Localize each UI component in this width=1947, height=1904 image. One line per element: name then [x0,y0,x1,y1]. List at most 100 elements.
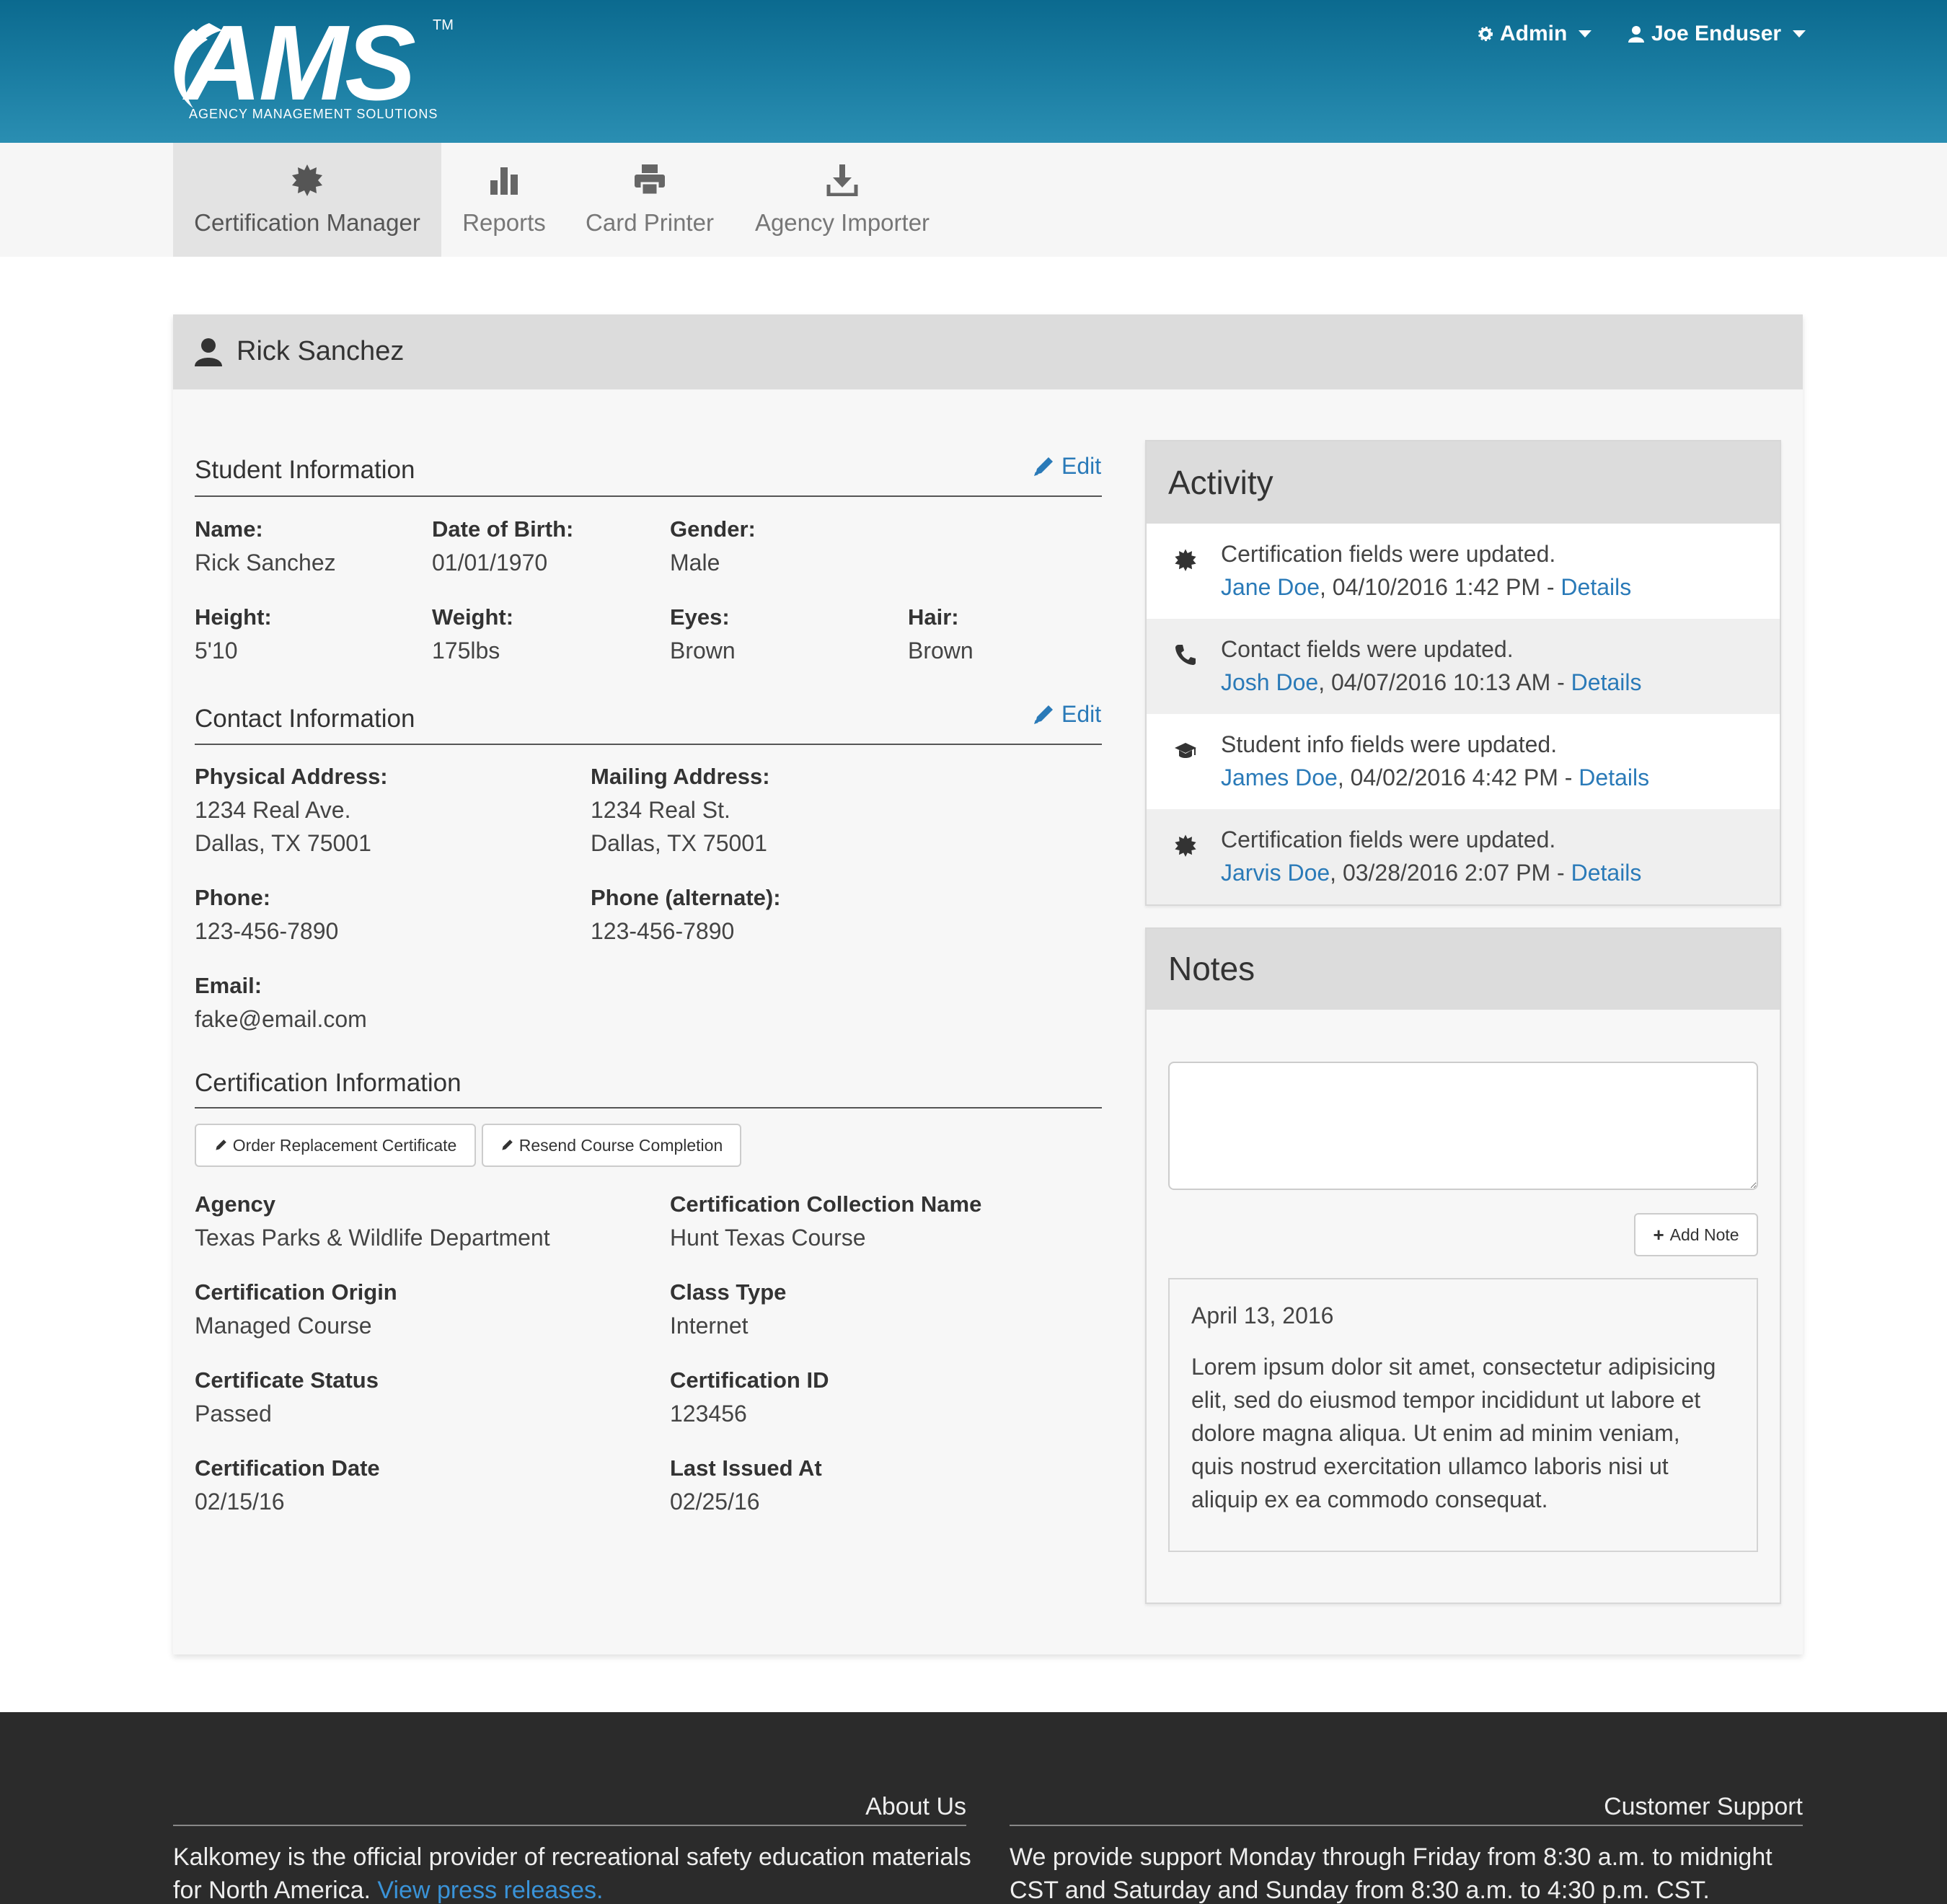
physical-address-line2: Dallas, TX 75001 [195,830,371,856]
status-label: Certificate Status [195,1367,379,1393]
person-icon [195,338,222,366]
press-releases-link[interactable]: View press releases. [377,1877,603,1904]
bar-chart-icon [490,167,518,195]
dob-value: 01/01/1970 [432,550,548,576]
user-menu-label: Joe Enduser [1651,22,1782,45]
button-label: Resend Course Completion [518,1135,723,1155]
divider [195,1107,1102,1109]
about-line-2: for North America. View press releases. [173,1874,1010,1904]
user-menu[interactable]: Joe Enduser [1628,22,1806,46]
hair-value: Brown [908,638,974,664]
nav-agency-importer[interactable]: Agency Importer [743,143,942,257]
nav-label: Certification Manager [194,209,420,236]
note-line: Lorem ipsum dolor sit amet, consectetur … [1191,1354,1716,1380]
order-replacement-button[interactable]: Order Replacement Certificate [195,1124,476,1167]
notes-title: Notes [1168,950,1255,987]
activity-time: , 04/02/2016 4:42 PM - [1337,764,1579,790]
add-note-button[interactable]: + Add Note [1634,1213,1758,1256]
activity-time: , 03/28/2016 2:07 PM - [1330,860,1571,886]
activity-user-link[interactable]: Jane Doe [1221,574,1320,600]
activity-details-link[interactable]: Details [1579,764,1649,790]
student-info-title: Student Information [195,456,415,484]
activity-meta: Jarvis Doe, 03/28/2016 2:07 PM - Details [1221,856,1641,889]
activity-user-link[interactable]: Jarvis Doe [1221,860,1330,886]
activity-title: Activity [1168,464,1273,501]
nav-label: Agency Importer [754,209,930,236]
origin-label: Certification Origin [195,1279,397,1305]
class-type-label: Class Type [670,1279,787,1305]
phone-label: Phone: [195,885,271,910]
note-body: Lorem ipsum dolor sit amet, consectetur … [1191,1350,1716,1516]
height-value: 5'10 [195,638,238,664]
note-line: dolore magna aliqua. Ut enim ad minim ve… [1191,1420,1680,1446]
status-value: Passed [195,1401,272,1427]
pencil-icon [216,1140,226,1150]
caret-down-icon [1793,30,1806,38]
note-date: April 13, 2016 [1191,1303,1334,1328]
activity-details-link[interactable]: Details [1571,860,1642,886]
customer-support-title: Customer Support [1604,1793,1803,1820]
origin-value: Managed Course [195,1313,372,1339]
caret-down-icon [1579,30,1592,38]
resend-completion-button[interactable]: Resend Course Completion [482,1124,741,1167]
activity-details-link[interactable]: Details [1560,574,1631,600]
plus-icon: + [1653,1223,1664,1246]
nav-certification-manager[interactable]: Certification Manager [173,143,441,257]
phone-alt-value: 123-456-7890 [591,918,735,944]
activity-user-link[interactable]: James Doe [1221,764,1338,790]
logo[interactable]: AMS [185,6,416,121]
mailing-address-line2: Dallas, TX 75001 [591,830,767,856]
activity-meta: Josh Doe, 04/07/2016 10:13 AM - Details [1221,666,1641,699]
support-line: CST and Saturday and Sunday from 8:30 a.… [1010,1877,1710,1904]
cert-id-label: Certification ID [670,1367,829,1393]
pencil-icon [1034,705,1053,724]
last-issued-value: 02/25/16 [670,1489,760,1515]
cert-id-value: 123456 [670,1401,747,1427]
gender-value: Male [670,550,720,576]
name-label: Name: [195,516,263,542]
admin-menu[interactable]: Admin [1478,22,1592,46]
edit-student-info-link[interactable]: Edit [1033,453,1101,480]
activity-meta: Jane Doe, 04/10/2016 1:42 PM - Details [1221,570,1631,604]
gender-label: Gender: [670,516,756,542]
note-line: quis nostrud exercitation ullamco labori… [1191,1453,1669,1479]
cert-info-title: Certification Information [195,1069,462,1097]
phone-value: 123-456-7890 [195,918,339,944]
logo-subtitle: AGENCY MANAGEMENT SOLUTIONS [189,107,438,121]
email-label: Email: [195,973,262,998]
physical-address-label: Physical Address: [195,764,388,789]
student-name-title: Rick Sanchez [237,336,405,366]
button-label: Order Replacement Certificate [232,1135,457,1155]
eyes-label: Eyes: [670,604,730,630]
last-issued-label: Last Issued At [670,1455,822,1481]
about-us-title: About Us [865,1793,966,1820]
height-label: Height: [195,604,272,630]
nav-reports[interactable]: Reports [441,143,567,257]
user-icon [1628,26,1644,43]
note-line: elit, sed do eiusmod tempor incididunt u… [1191,1387,1701,1413]
activity-time: , 04/10/2016 1:42 PM - [1319,574,1561,600]
email-value: fake@email.com [195,1006,367,1032]
nav-card-printer[interactable]: Card Printer [570,143,730,257]
mailing-address-label: Mailing Address: [591,764,770,789]
edit-label: Edit [1061,701,1102,727]
dob-label: Date of Birth: [432,516,574,542]
edit-contact-info-link[interactable]: Edit [1033,701,1101,728]
divider [195,744,1102,745]
panel-header [173,314,1803,389]
physical-address-line1: 1234 Real Ave. [195,797,351,823]
cert-date-value: 02/15/16 [195,1489,285,1515]
admin-menu-label: Admin [1500,22,1568,45]
footer-divider [173,1825,966,1826]
class-type-value: Internet [670,1313,749,1339]
note-textarea[interactable] [1168,1062,1758,1190]
activity-details-link[interactable]: Details [1571,669,1642,695]
pencil-icon [502,1140,513,1150]
agency-label: Agency [195,1191,275,1217]
phone-icon [1175,645,1196,665]
weight-value: 175lbs [432,638,500,664]
activity-user-link[interactable]: Josh Doe [1221,669,1318,695]
badge-icon [1175,834,1196,857]
activity-text: Student info fields were updated. [1221,731,1558,757]
support-line: We provide support Monday through Friday… [1010,1843,1772,1871]
